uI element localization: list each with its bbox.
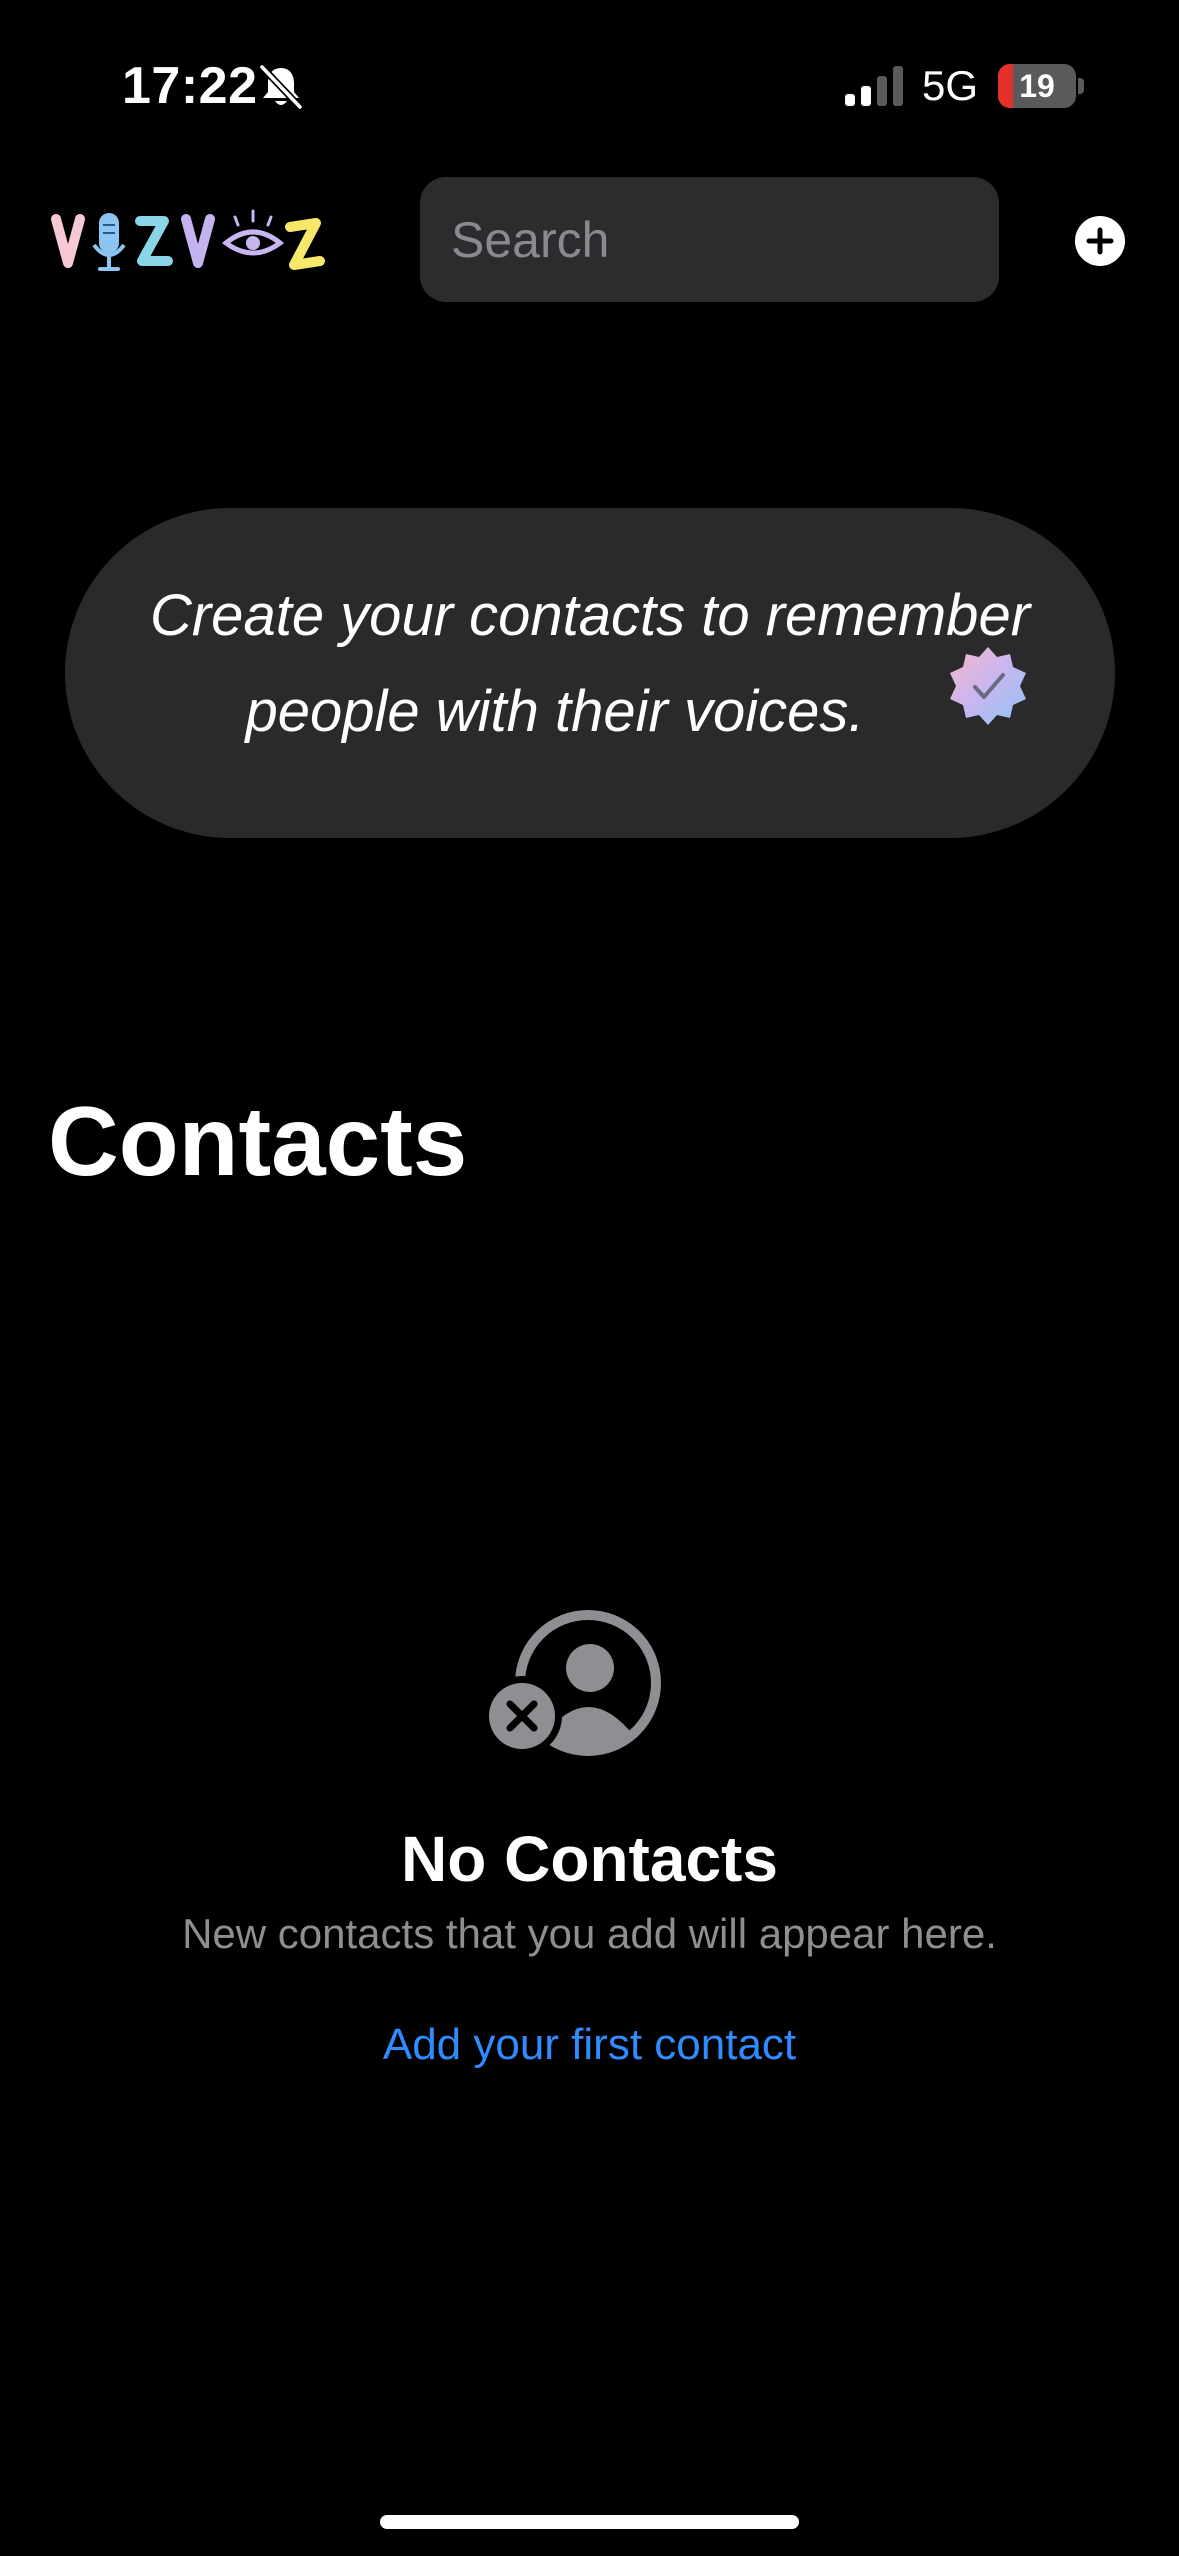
network-type: 5G	[922, 62, 979, 109]
home-indicator[interactable]	[380, 2515, 799, 2529]
plus-circle-icon	[1086, 227, 1114, 255]
verified-badge-icon	[950, 647, 1026, 725]
status-bar: 17:22 5G 19	[0, 0, 1179, 170]
cellular-signal-icon	[845, 66, 903, 106]
banner-line-2: people with their voices.	[245, 679, 865, 744]
empty-state-subtitle: New contacts that you add will appear he…	[182, 1910, 997, 1957]
info-banner: Create your contacts to remember people …	[65, 508, 1115, 838]
bell-slash-icon	[259, 64, 303, 110]
status-time: 17:22	[122, 57, 258, 115]
add-first-contact-link[interactable]: Add your first contact	[0, 2020, 1179, 2070]
search-bar[interactable]	[420, 177, 999, 302]
empty-state-title: No Contacts	[401, 1823, 778, 1895]
app-logo	[51, 209, 325, 271]
battery-level: 19	[1019, 68, 1055, 104]
battery-cap	[1078, 78, 1084, 94]
battery-icon: 19	[998, 64, 1076, 108]
add-contact-button[interactable]	[1075, 216, 1125, 266]
search-input[interactable]	[451, 177, 999, 302]
page-title: Contacts	[48, 1086, 468, 1196]
person-circle-xmark-icon	[489, 1610, 661, 1756]
